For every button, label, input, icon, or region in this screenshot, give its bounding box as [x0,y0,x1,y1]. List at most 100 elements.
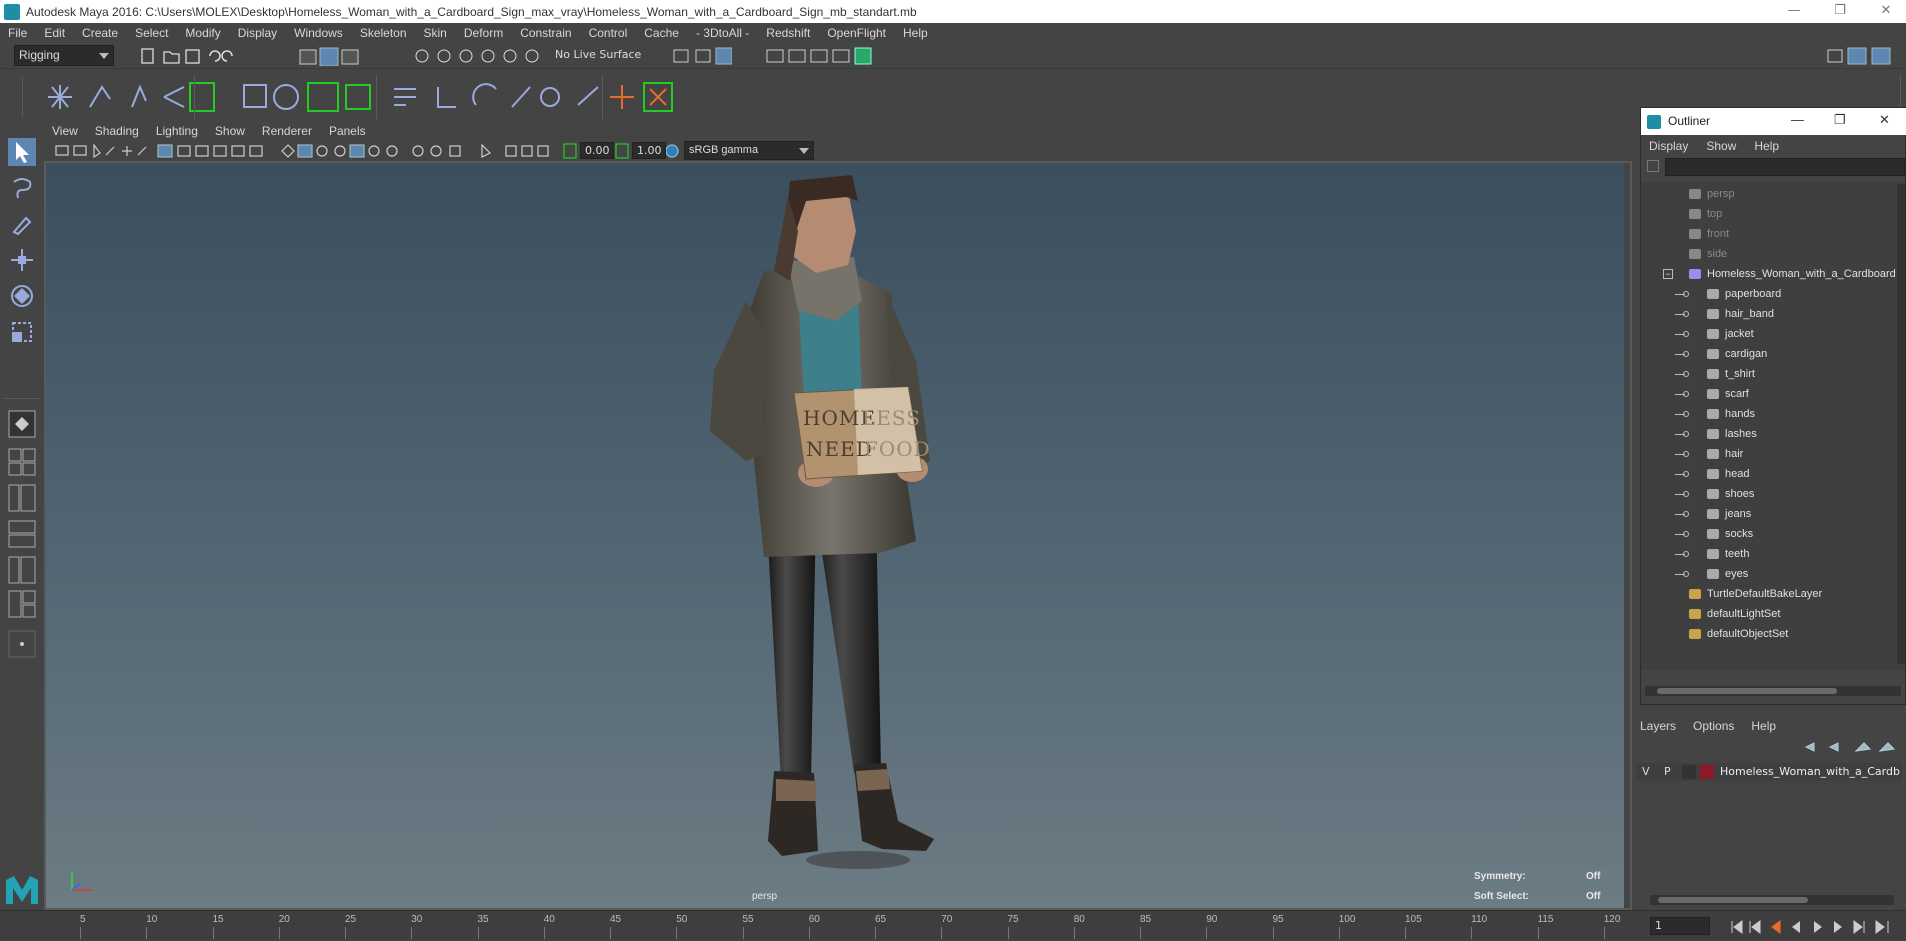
hypershade-layout-icon[interactable] [8,556,36,584]
layer-type-toggle[interactable] [1682,765,1696,779]
new-layer-selected-icon[interactable] [1878,742,1896,752]
safe-action-icon[interactable] [249,145,263,157]
outliner-hscroll[interactable] [1645,686,1901,696]
outliner-item-mesh[interactable]: teeth [1641,544,1906,564]
outliner-item-mesh[interactable]: eyes [1641,564,1906,584]
isolate-select-icon[interactable] [481,143,492,158]
go-to-end-icon[interactable] [1875,920,1889,934]
open-scene-icon[interactable] [163,51,180,64]
image-plane-icon[interactable] [105,146,115,156]
outliner-search-input[interactable] [1665,158,1905,176]
play-backward-icon[interactable] [1792,921,1800,933]
bookmark-icon[interactable] [93,143,101,159]
resolution-gate-icon[interactable] [195,145,209,157]
step-back-key-icon[interactable] [1749,920,1761,934]
gate-mask-icon[interactable] [213,145,227,157]
snap-grid-icon[interactable] [415,49,429,63]
menu-select[interactable]: Select [127,26,177,40]
wireframe-on-shaded-icon[interactable] [316,145,328,157]
pole-vector-icon[interactable] [577,86,599,106]
outliner-item-camera[interactable]: front [1641,224,1906,244]
collapse-icon[interactable]: − [1663,269,1673,279]
redo-icon[interactable] [221,50,233,62]
snap-point-icon[interactable] [459,49,473,63]
xray-icon[interactable] [505,145,517,157]
outliner-item-set[interactable]: defaultObjectSet [1641,624,1906,644]
menu-windows[interactable]: Windows [286,26,352,40]
color-management-icon[interactable] [665,144,679,158]
menu-openflight[interactable]: OpenFlight [819,26,895,40]
outliner-menu-show[interactable]: Show [1698,139,1746,153]
wireframe-icon[interactable] [281,144,295,158]
scale-constraint-icon[interactable] [511,86,531,108]
menu-edit[interactable]: Edit [36,26,74,40]
layer-name[interactable]: Homeless_Woman_with_a_Cardb [1720,765,1900,778]
cluster-icon[interactable] [273,84,299,110]
scale-tool-icon[interactable] [8,318,36,346]
persp-outliner-layout-icon[interactable] [8,484,36,512]
outliner-item-camera[interactable]: side [1641,244,1906,264]
single-perspective-layout-icon[interactable] [8,410,36,438]
filter-icon[interactable] [1647,160,1659,172]
layer-visibility-toggle[interactable]: V [1642,765,1650,778]
rotate-tool-icon[interactable] [8,282,36,310]
outliner-item-mesh[interactable]: hands [1641,404,1906,424]
outliner-item-set[interactable]: defaultLightSet [1641,604,1906,624]
two-d-pan-icon[interactable] [122,146,132,156]
snap-edge-icon[interactable] [525,49,539,63]
outliner-item-group[interactable]: − Homeless_Woman_with_a_Cardboard [1641,264,1906,284]
ik-handle-icon[interactable] [89,85,111,108]
parent-constraint-icon[interactable] [394,88,416,106]
menu-skeleton[interactable]: Skeleton [352,26,416,40]
move-layer-up-icon[interactable] [1804,742,1815,752]
outliner-menu-help[interactable]: Help [1746,139,1789,153]
snap-surface-icon[interactable] [503,49,517,63]
outliner-item-set[interactable]: TurtleDefaultBakeLayer [1641,584,1906,604]
panel-menu-renderer[interactable]: Renderer [254,124,321,138]
lattice-icon[interactable] [243,84,267,108]
select-object-icon[interactable] [319,47,339,66]
play-forward-icon[interactable] [1814,921,1822,933]
film-gate-icon[interactable] [177,145,191,157]
camera-attributes-icon[interactable] [73,145,87,156]
select-component-icon[interactable] [341,49,359,65]
outliner-vscroll[interactable] [1897,184,1905,664]
save-scene-icon[interactable] [185,49,200,64]
outliner-item-mesh[interactable]: t_shirt [1641,364,1906,384]
construction-history-icon[interactable] [695,49,711,63]
ipr-render-icon[interactable] [810,49,828,63]
outliner-item-mesh[interactable]: cardigan [1641,344,1906,364]
bind-skin-icon[interactable] [163,86,185,108]
default-material-icon[interactable] [334,145,346,157]
exposure-icon[interactable] [563,143,577,159]
menu-modify[interactable]: Modify [177,26,229,40]
channel-box-icon[interactable] [1871,47,1891,65]
grid-toggle-icon[interactable] [157,144,173,158]
outliner-item-mesh[interactable]: socks [1641,524,1906,544]
menu-help[interactable]: Help [895,26,937,40]
joint-tool-icon[interactable] [48,85,72,109]
layer-color-swatch[interactable] [1700,765,1714,779]
outliner-item-mesh[interactable]: jeans [1641,504,1906,524]
outliner-item-mesh[interactable]: scarf [1641,384,1906,404]
outliner-menu-display[interactable]: Display [1641,139,1698,153]
menuset-dropdown[interactable]: Rigging [14,45,114,66]
layers-menu[interactable]: Layers [1632,719,1685,733]
snap-curve-icon[interactable] [437,49,451,63]
persp-uv-layout-icon[interactable] [8,590,36,618]
render-settings-icon[interactable] [715,47,732,65]
new-scene-icon[interactable] [141,48,154,64]
step-forward-frame-icon[interactable] [1834,921,1842,933]
outliner-minimize-button[interactable]: — [1791,112,1804,127]
outliner-item-camera[interactable]: persp [1641,184,1906,204]
smooth-shade-icon[interactable] [297,144,313,158]
use-lights-icon[interactable] [368,145,380,157]
view-transform-dropdown[interactable]: sRGB gamma [684,141,814,160]
outliner-item-mesh[interactable]: lashes [1641,424,1906,444]
outliner-item-mesh[interactable]: head [1641,464,1906,484]
gamma-icon[interactable] [615,143,629,159]
persp-viewport[interactable]: HOME LESS NEED FOOD persp Symmetry: Off … [46,161,1624,908]
aim-constraint-icon[interactable] [540,87,560,107]
gamma-field[interactable]: 1.00 [632,142,666,159]
input-ops-icon[interactable] [673,49,689,63]
